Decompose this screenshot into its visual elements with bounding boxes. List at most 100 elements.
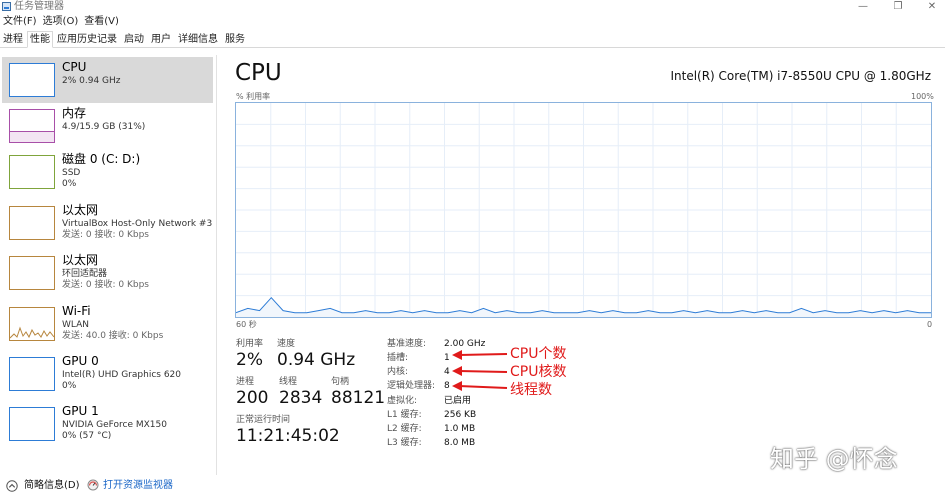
sidebar-item-detail: VirtualBox Host-Only Network #3 — [62, 219, 213, 229]
processes-label: 进程 — [236, 377, 255, 387]
cores-label: 内核: — [387, 367, 409, 377]
footer-bar: 简略信息(D) 打开资源监视器 — [0, 474, 945, 500]
fewer-details-button[interactable]: 简略信息(D) — [24, 480, 80, 492]
l2-cache-label: L2 缓存: — [387, 424, 422, 434]
disk-graph-thumbnail — [9, 155, 55, 189]
sidebar-item-detail: NVIDIA GeForce MX150 — [62, 420, 167, 430]
sidebar-item-label: GPU 0 — [62, 354, 99, 368]
arrow-icon — [452, 350, 508, 360]
utilization-label: 利用率 — [236, 339, 264, 349]
open-resource-monitor-link[interactable]: 打开资源监视器 — [103, 480, 173, 492]
tab-services[interactable]: 服务 — [222, 31, 248, 48]
menu-file[interactable]: 文件(F) — [0, 14, 40, 30]
cpu-utilization-chart — [236, 103, 931, 317]
sidebar-item-gpu-1[interactable]: GPU 1 NVIDIA GeForce MX150 0% (57 °C) — [2, 401, 213, 447]
minimize-button[interactable]: — — [845, 0, 881, 14]
gpu-graph-thumbnail — [9, 357, 55, 391]
tab-app-history[interactable]: 应用历史记录 — [54, 31, 120, 48]
graph-y-label: % 利用率 — [236, 92, 271, 101]
cpu-model-name: Intel(R) Core(TM) i7-8550U CPU @ 1.80GHz — [670, 69, 931, 83]
task-manager-window: 任务管理器 — ❐ ✕ 文件(F) 选项(O) 查看(V) 进程 性能 应用历史… — [0, 0, 945, 500]
tab-users[interactable]: 用户 — [148, 31, 174, 48]
uptime-label: 正常运行时间 — [236, 415, 291, 425]
annotation-arrows — [452, 350, 508, 391]
l2-cache-value: 1.0 MB — [444, 424, 476, 434]
threads-label: 线程 — [279, 377, 298, 387]
annotation-core-count: CPU核数 — [510, 364, 567, 380]
wifi-activity-sparkline — [10, 326, 54, 339]
handles-label: 句柄 — [331, 377, 350, 387]
sidebar-item-detail-2: 发送: 0 接收: 0 Kbps — [62, 230, 149, 240]
sidebar-item-label: 以太网 — [62, 253, 99, 267]
graph-x-min-label: 0 — [927, 320, 933, 329]
speed-value: 0.94 GHz — [277, 350, 356, 370]
maximize-button[interactable]: ❐ — [880, 0, 916, 14]
menu-bar: 文件(F) 选项(O) 查看(V) — [0, 14, 122, 30]
sidebar-item-detail-2: 0% (57 °C) — [62, 431, 112, 441]
l1-cache-label: L1 缓存: — [387, 410, 422, 420]
gpu-graph-thumbnail — [9, 407, 55, 441]
sockets-value: 1 — [444, 353, 450, 363]
sidebar-item-disk[interactable]: 磁盘 0 (C: D:) SSD 0% — [2, 149, 213, 195]
sockets-label: 插槽: — [387, 353, 409, 363]
speed-label: 速度 — [277, 339, 296, 349]
close-button[interactable]: ✕ — [914, 0, 945, 14]
base-speed-label: 基准速度: — [387, 339, 427, 349]
tab-details[interactable]: 详细信息 — [175, 31, 221, 48]
sidebar-item-gpu-0[interactable]: GPU 0 Intel(R) UHD Graphics 620 0% — [2, 351, 213, 397]
threads-value: 2834 — [279, 388, 323, 408]
sidebar-item-label: CPU — [62, 60, 87, 74]
menu-options[interactable]: 选项(O) — [40, 14, 82, 30]
graph-x-label: 60 秒 — [236, 320, 257, 329]
sidebar-item-ethernet-virtualbox[interactable]: 以太网 VirtualBox Host-Only Network #3 发送: … — [2, 200, 213, 246]
l3-cache-value: 8.0 MB — [444, 438, 476, 448]
sidebar-item-detail-2: 0% — [62, 381, 77, 391]
l3-cache-label: L3 缓存: — [387, 438, 422, 448]
logical-processors-value: 8 — [444, 381, 450, 391]
annotation-thread-count: 线程数 — [510, 382, 552, 398]
cores-value: 4 — [444, 367, 450, 377]
wifi-graph-thumbnail — [9, 307, 55, 341]
sidebar-item-detail: 2% 0.94 GHz — [62, 76, 121, 86]
sidebar-item-label: 以太网 — [62, 203, 99, 217]
l1-cache-value: 256 KB — [444, 410, 477, 420]
virtualization-label: 虚拟化: — [387, 396, 418, 406]
watermark: 知乎 @怀念 — [770, 445, 898, 473]
tab-bar: 进程 性能 应用历史记录 启动 用户 详细信息 服务 — [0, 31, 945, 48]
tab-startup[interactable]: 启动 — [121, 31, 147, 48]
menu-view[interactable]: 查看(V) — [81, 14, 122, 30]
sidebar-item-label: GPU 1 — [62, 404, 99, 418]
arrow-icon — [452, 381, 508, 391]
annotation-cpu-count: CPU个数 — [510, 346, 567, 362]
sidebar-item-detail: Intel(R) UHD Graphics 620 — [62, 370, 181, 380]
sidebar-item-detail-2: 发送: 0 接收: 0 Kbps — [62, 280, 149, 290]
sidebar-item-wifi[interactable]: Wi-Fi WLAN 发送: 40.0 接收: 0 Kbps — [2, 301, 213, 347]
cpu-utilization-graph — [235, 102, 932, 318]
processes-value: 200 — [236, 388, 269, 408]
memory-graph-thumbnail — [9, 109, 55, 143]
task-manager-app-icon — [2, 2, 11, 11]
utilization-value: 2% — [236, 350, 263, 370]
resource-sidebar: CPU 2% 0.94 GHz 内存 4.9/15.9 GB (31%) 磁盘 … — [0, 55, 217, 475]
ethernet-graph-thumbnail — [9, 206, 55, 240]
page-title: CPU — [235, 60, 282, 86]
chevron-up-icon[interactable] — [6, 480, 18, 492]
tab-processes[interactable]: 进程 — [0, 31, 26, 48]
sidebar-item-detail: SSD — [62, 168, 81, 178]
sidebar-item-memory[interactable]: 内存 4.9/15.9 GB (31%) — [2, 103, 213, 149]
sidebar-item-detail: WLAN — [62, 320, 90, 330]
sidebar-item-detail-2: 0% — [62, 179, 77, 189]
title-bar: 任务管理器 — ❐ ✕ — [0, 0, 945, 14]
logical-processors-label: 逻辑处理器: — [387, 381, 436, 391]
ethernet-graph-thumbnail — [9, 256, 55, 290]
sidebar-item-ethernet-loopback[interactable]: 以太网 环回适配器 发送: 0 接收: 0 Kbps — [2, 250, 213, 296]
sidebar-item-label: 内存 — [62, 106, 87, 120]
sidebar-item-cpu[interactable]: CPU 2% 0.94 GHz — [2, 57, 213, 103]
cpu-graph-thumbnail — [9, 63, 55, 97]
sidebar-item-detail: 4.9/15.9 GB (31%) — [62, 122, 146, 132]
resource-monitor-icon — [87, 479, 99, 491]
uptime-value: 11:21:45:02 — [236, 426, 340, 446]
graph-y-max-label: 100% — [911, 92, 934, 101]
tab-performance[interactable]: 性能 — [27, 31, 53, 48]
sidebar-item-detail: 环回适配器 — [62, 269, 108, 279]
